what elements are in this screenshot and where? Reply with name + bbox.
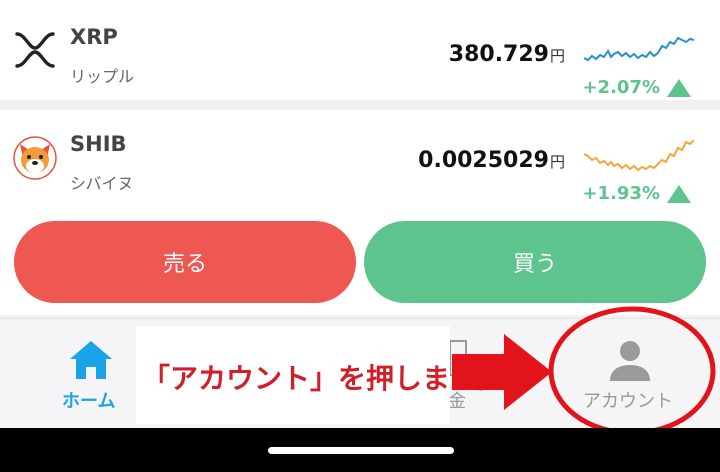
highlight-circle [548, 306, 716, 436]
coin-row-xrp[interactable]: XRP リップル 380.729円 +2.07% [0, 0, 720, 100]
coin-price: 0.0025029円 [418, 148, 565, 173]
coin-price: 380.729円 [449, 42, 565, 67]
sell-button[interactable]: 売る [14, 221, 356, 303]
price-change: +1.93% [582, 183, 660, 204]
coin-symbol: SHIB [70, 132, 127, 156]
up-triangle-icon [667, 185, 691, 203]
system-navigation-bar [0, 428, 720, 472]
price-change: +2.07% [582, 77, 660, 98]
home-icon [70, 341, 112, 379]
price-unit: 円 [549, 47, 565, 65]
coin-name: シバイヌ [70, 174, 134, 193]
nav-home-label: ホーム [62, 391, 116, 412]
price-sparkline [584, 139, 694, 172]
instruction-text: 「アカウント」を押します。 [142, 363, 504, 394]
price-value: 380.729 [448, 42, 549, 67]
price-value: 0.0025029 [418, 148, 549, 173]
up-triangle-icon [667, 79, 691, 97]
instruction-callout: 「アカウント」を押します。 [136, 326, 503, 424]
xrp-logo-icon [15, 32, 55, 68]
price-sparkline [584, 36, 694, 62]
shib-logo-icon [13, 136, 57, 180]
coin-symbol: XRP [70, 25, 118, 49]
nav-home[interactable]: ホーム [40, 319, 140, 429]
coin-name: リップル [70, 67, 135, 86]
home-gesture-bar[interactable] [268, 447, 454, 454]
buy-button[interactable]: 買う [364, 221, 706, 303]
pointer-arrow-icon [452, 334, 552, 410]
price-unit: 円 [549, 153, 565, 171]
